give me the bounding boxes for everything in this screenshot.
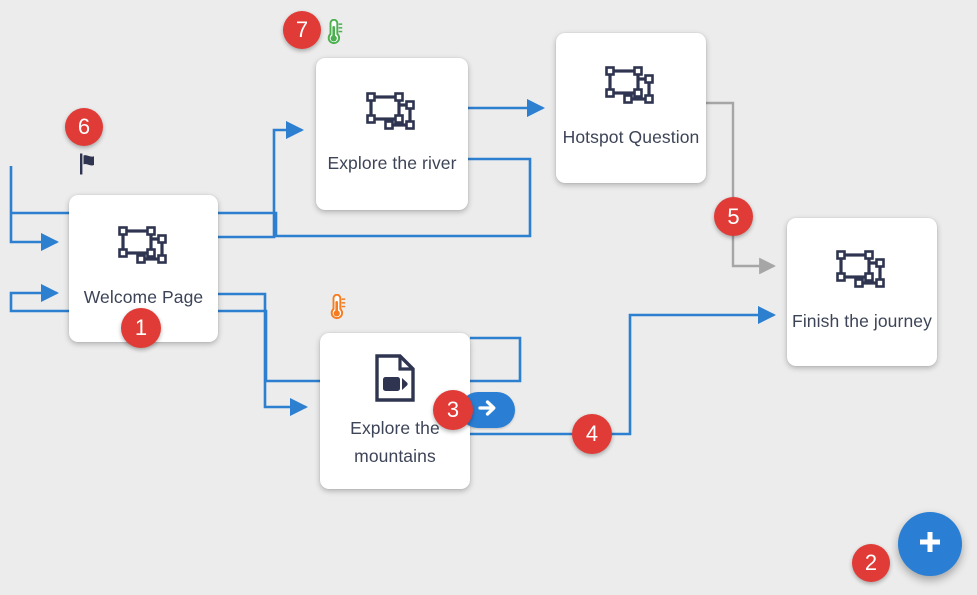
- shapes-group-icon: [365, 91, 419, 143]
- node-label: Hotspot Question: [562, 126, 700, 147]
- thermometer-icon[interactable]: [322, 18, 344, 50]
- badge-number: 6: [77, 114, 91, 139]
- edge-mountains-to-finish: [470, 305, 777, 436]
- shapes-group-icon: [604, 65, 658, 117]
- edge-welcome-to-river: [218, 120, 305, 239]
- node-finish-the-journey[interactable]: Finish the journey: [787, 218, 937, 366]
- shapes-group-icon: [117, 226, 171, 277]
- badge-number: 3: [446, 397, 460, 422]
- node-label: Finish the journey: [792, 310, 932, 331]
- badge-4[interactable]: 4: [572, 414, 612, 454]
- badge-6[interactable]: 6: [65, 108, 103, 146]
- badge-number: 4: [585, 421, 599, 446]
- plus-icon: [915, 527, 945, 562]
- badge-number: 2: [864, 550, 878, 575]
- shapes-group-icon: [835, 249, 889, 301]
- node-explore-the-river[interactable]: Explore the river: [316, 58, 468, 210]
- badge-number: 1: [134, 315, 148, 340]
- badge-2[interactable]: 2: [852, 544, 890, 582]
- document-video-icon: [373, 353, 417, 408]
- arrow-right-circle-icon: [476, 396, 500, 425]
- edge-welcome-to-mountains: [218, 292, 309, 417]
- node-label: Explore the river: [327, 152, 457, 173]
- badge-number: 7: [295, 17, 309, 42]
- badge-number: 5: [727, 203, 740, 229]
- badge-5[interactable]: 5: [714, 197, 753, 236]
- thermometer-icon[interactable]: [325, 293, 347, 325]
- flow-canvas[interactable]: Welcome Page Explore the river Hotspot Q…: [0, 0, 977, 595]
- node-label: Welcome Page: [83, 287, 204, 307]
- badge-3[interactable]: 3: [433, 390, 473, 430]
- add-node-fab[interactable]: [898, 512, 962, 576]
- badge-7[interactable]: 7: [283, 11, 321, 49]
- node-hotspot-question[interactable]: Hotspot Question: [556, 33, 706, 183]
- badge-1[interactable]: 1: [121, 308, 161, 348]
- edge-hotspot-to-finish: [706, 101, 776, 275]
- flag-icon[interactable]: [77, 152, 101, 181]
